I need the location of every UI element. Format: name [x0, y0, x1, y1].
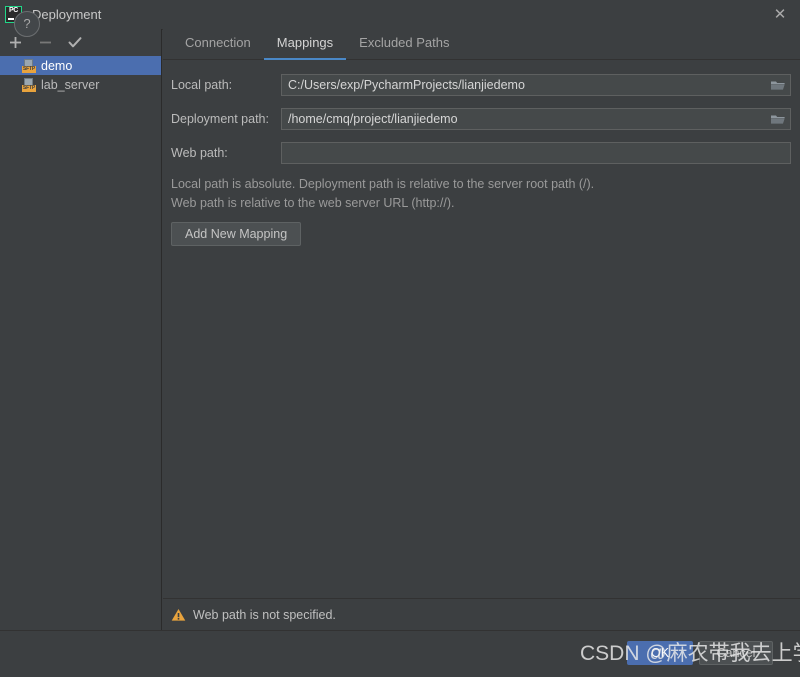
sftp-badge-label: SFTP — [22, 84, 36, 92]
mappings-form: Local path: C:/Users/exp/PycharmProjects… — [163, 60, 800, 246]
local-path-value: C:/Users/exp/PycharmProjects/lianjiedemo — [288, 78, 525, 92]
add-server-button[interactable] — [6, 34, 24, 52]
sftp-server-icon: SFTP — [22, 77, 36, 92]
server-item-label: demo — [41, 58, 73, 73]
folder-browse-icon[interactable] — [770, 78, 786, 93]
tab-connection[interactable]: Connection — [172, 35, 264, 60]
web-path-row: Web path: — [168, 142, 800, 164]
server-list: SFTP demo SFTP lab_server — [0, 56, 161, 94]
tab-excluded-paths[interactable]: Excluded Paths — [346, 35, 462, 60]
deployment-path-label: Deployment path: — [171, 112, 269, 126]
tab-bar: Connection Mappings Excluded Paths — [163, 29, 800, 60]
set-default-server-button[interactable] — [66, 34, 84, 52]
window-titlebar: PC Deployment ✕ — [0, 0, 800, 30]
warning-icon — [171, 608, 186, 622]
ok-button[interactable]: OK — [627, 641, 693, 665]
deployment-path-row: Deployment path: /home/cmq/project/lianj… — [168, 108, 800, 130]
add-new-mapping-button[interactable]: Add New Mapping — [171, 222, 302, 246]
settings-panel: Connection Mappings Excluded Paths Local… — [163, 29, 800, 630]
cancel-button[interactable]: Cancel — [699, 641, 773, 665]
local-path-label: Local path: — [171, 78, 233, 92]
server-item-lab-server[interactable]: SFTP lab_server — [0, 75, 161, 94]
tab-mappings[interactable]: Mappings — [263, 35, 347, 60]
server-item-label: lab_server — [41, 77, 100, 92]
status-message: Web path is not specified. — [193, 607, 336, 622]
remove-server-button[interactable] — [36, 34, 54, 52]
server-sidebar: SFTP demo SFTP lab_server — [0, 29, 162, 630]
help-button[interactable]: ? — [14, 11, 40, 37]
deployment-path-input[interactable]: /home/cmq/project/lianjiedemo — [281, 108, 791, 130]
server-item-demo[interactable]: SFTP demo — [0, 56, 161, 75]
pycharm-logo-bar — [8, 18, 14, 20]
local-path-input[interactable]: C:/Users/exp/PycharmProjects/lianjiedemo — [281, 74, 791, 96]
hint-line-1: Local path is absolute. Deployment path … — [171, 177, 595, 191]
local-path-row: Local path: C:/Users/exp/PycharmProjects… — [168, 74, 800, 96]
sftp-server-icon: SFTP — [22, 58, 36, 73]
close-icon[interactable]: ✕ — [772, 7, 788, 23]
web-path-input[interactable] — [281, 142, 791, 164]
web-path-label: Web path: — [171, 146, 228, 160]
deployment-path-value: /home/cmq/project/lianjiedemo — [288, 112, 458, 126]
hint-line-2: Web path is relative to the web server U… — [171, 196, 455, 210]
window-title: Deployment — [32, 7, 102, 22]
folder-browse-icon[interactable] — [770, 112, 786, 127]
sftp-badge-label: SFTP — [22, 65, 36, 73]
status-bar: Web path is not specified. — [163, 598, 800, 630]
